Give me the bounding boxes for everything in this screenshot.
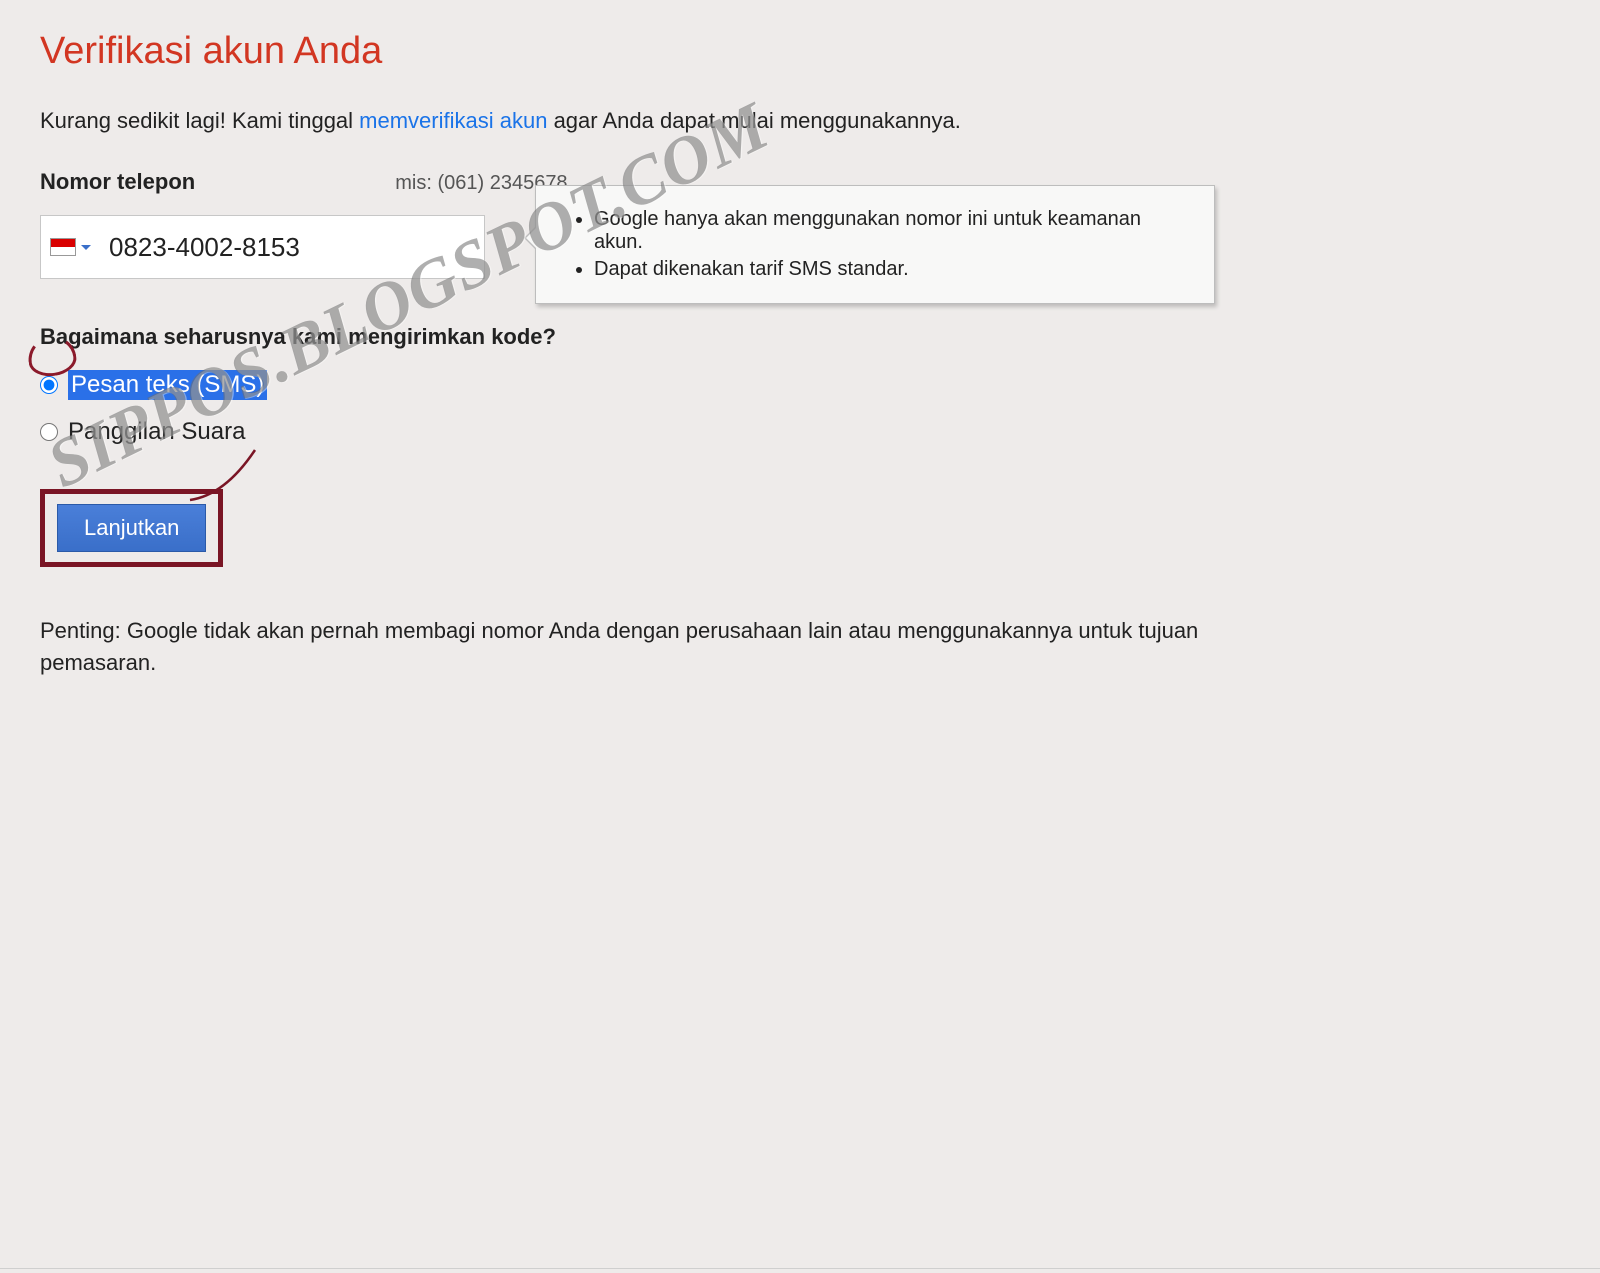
caret-down-icon[interactable] bbox=[81, 245, 91, 250]
intro-after: agar Anda dapat mulai menggunakannya. bbox=[547, 108, 960, 133]
important-note: Penting: Google tidak akan pernah membag… bbox=[40, 615, 1200, 679]
phone-label: Nomor telepon bbox=[40, 169, 195, 195]
page-title: Verifikasi akun Anda bbox=[40, 30, 1560, 73]
intro-before: Kurang sedikit lagi! Kami tinggal bbox=[40, 108, 359, 133]
phone-input[interactable] bbox=[109, 232, 474, 263]
tooltip-item-2: Dapat dikenakan tarif SMS standar. bbox=[594, 258, 1194, 281]
delivery-question: Bagaimana seharusnya kami mengirimkan ko… bbox=[40, 324, 1560, 350]
continue-button-highlight: Lanjutkan bbox=[40, 489, 223, 567]
radio-voice-input[interactable] bbox=[40, 423, 58, 441]
continue-button[interactable]: Lanjutkan bbox=[57, 504, 206, 552]
radio-sms-label: Pesan teks (SMS) bbox=[68, 370, 267, 400]
phone-input-group[interactable] bbox=[40, 215, 485, 279]
radio-voice-label: Panggilan Suara bbox=[68, 418, 245, 446]
intro-text: Kurang sedikit lagi! Kami tinggal memver… bbox=[40, 108, 1560, 134]
flag-indonesia-icon[interactable] bbox=[51, 239, 75, 255]
tooltip-item-1: Google hanya akan menggunakan nomor ini … bbox=[594, 208, 1194, 254]
verify-link[interactable]: memverifikasi akun bbox=[359, 108, 547, 133]
phone-tooltip: Google hanya akan menggunakan nomor ini … bbox=[535, 185, 1215, 304]
radio-sms[interactable]: Pesan teks (SMS) bbox=[40, 370, 1560, 400]
radio-sms-input[interactable] bbox=[40, 376, 58, 394]
divider bbox=[0, 1268, 1600, 1269]
radio-voice[interactable]: Panggilan Suara bbox=[40, 418, 1560, 446]
